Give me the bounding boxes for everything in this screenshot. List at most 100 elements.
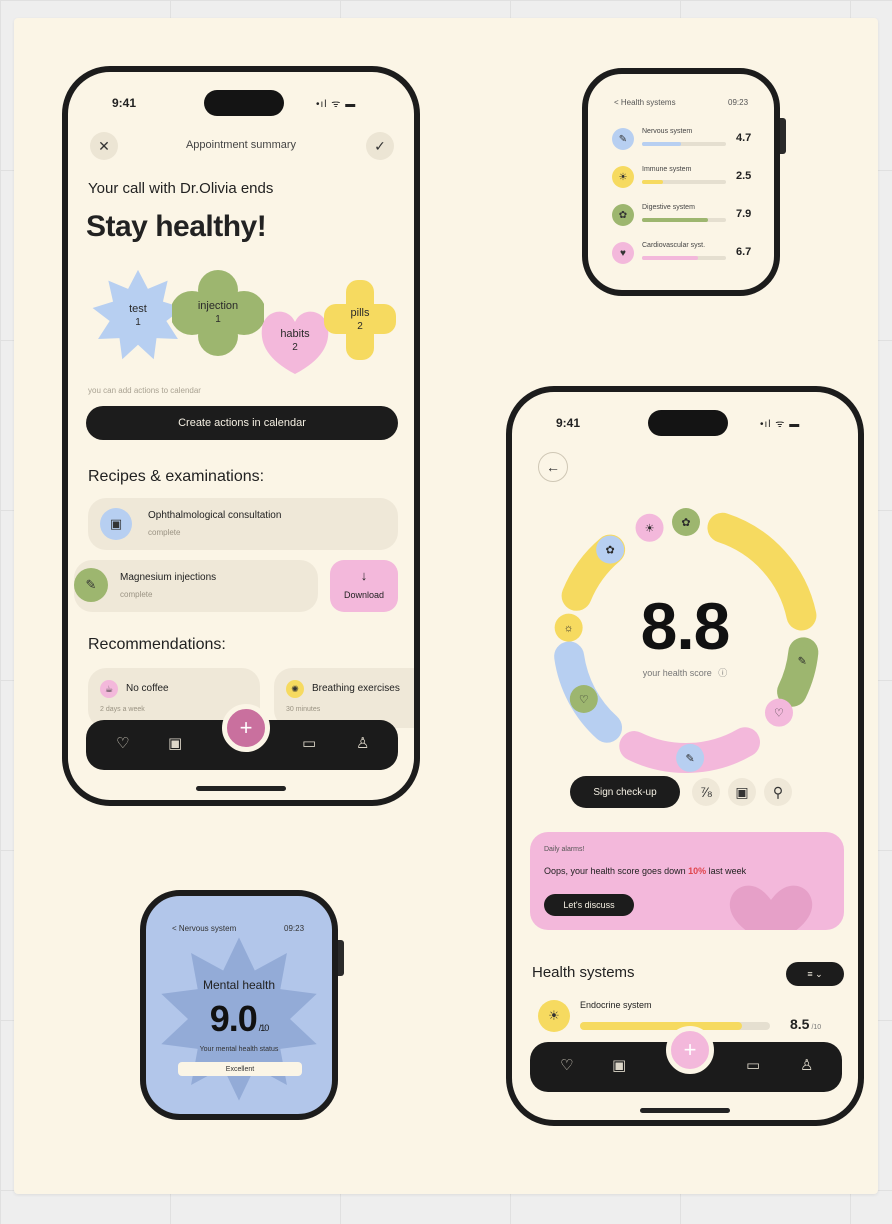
health-score-value: 8.8 xyxy=(640,589,731,663)
calendar-icon[interactable]: ▣ xyxy=(728,778,756,806)
profile-tab-icon[interactable]: ♙ xyxy=(356,734,369,752)
ring-icon-glyph: ✿ xyxy=(606,545,615,557)
systems-filter-toggle[interactable]: ≡ ⌄ xyxy=(786,962,844,986)
shape-injection[interactable]: injection 1 xyxy=(172,270,264,356)
system-value: 4.7 xyxy=(736,132,752,144)
watch-system-row[interactable]: ☀ Immune system 2.5 xyxy=(612,162,762,192)
system-bar-fill xyxy=(580,1022,742,1030)
add-button[interactable]: + xyxy=(222,704,270,752)
watch-mental-health: < Nervous system 09:23 Mental health 9.0… xyxy=(140,890,338,1120)
shape-habits-label: habits xyxy=(280,328,310,341)
shape-habits[interactable]: habits 2 xyxy=(258,304,332,378)
sign-checkup-button[interactable]: Sign check-up xyxy=(570,776,680,808)
list-item-sub: complete xyxy=(148,528,181,537)
calendar-tab-icon[interactable]: ▣ xyxy=(168,734,182,752)
system-bar xyxy=(642,180,726,184)
download-label: Download xyxy=(343,590,385,600)
score-label-text: your health score xyxy=(642,668,712,678)
phone-health-score: 9:41 •ıl ᯤ ▬ ← ✿ ✎ ♡ ✎ ♡ ☼ ✿ ☀ 8.8 your health … xyxy=(506,386,864,1126)
value-number: 9.0 xyxy=(209,998,258,1039)
header-title: Appointment summary xyxy=(185,139,297,151)
alert-text-pre: Oops, your health score goes down xyxy=(544,866,689,876)
system-bar xyxy=(642,218,726,222)
system-bar-fill xyxy=(642,218,709,222)
watch-system-row[interactable]: ♥ Cardiovascular syst. 6.7 xyxy=(612,238,762,268)
rec-title: Breathing exercises xyxy=(312,683,400,694)
ring-icon-glyph: ✎ xyxy=(686,753,695,765)
create-actions-button[interactable]: Create actions in calendar xyxy=(86,406,398,440)
confirm-button[interactable]: ✓ xyxy=(366,132,394,160)
ring-icon-glyph: ☀ xyxy=(645,523,655,535)
status-badge: Excellent xyxy=(178,1062,302,1076)
call-subtitle: Your call with Dr.Olivia ends xyxy=(88,180,274,197)
ring-icon-glyph: ♡ xyxy=(774,708,784,720)
system-name: Digestive system xyxy=(642,204,695,211)
list-item[interactable]: ▣ Ophthalmological consultation complete xyxy=(88,498,398,550)
shape-habits-count: 2 xyxy=(292,341,298,353)
system-value: 2.5 xyxy=(736,170,752,182)
recommendation-card[interactable]: ✺ Breathing exercises 30 minutes xyxy=(274,668,414,728)
system-name: Immune system xyxy=(642,166,692,173)
system-value: 6.7 xyxy=(736,246,752,258)
watch-system-row[interactable]: ✿ Digestive system 7.9 xyxy=(612,200,762,230)
add-button[interactable]: + xyxy=(666,1026,714,1074)
shape-test-label: test xyxy=(129,303,147,316)
system-icon: ✎ xyxy=(612,128,634,150)
profile-tab-icon[interactable]: ♙ xyxy=(800,1056,813,1074)
calendar-hint: you can add actions to calendar xyxy=(88,386,201,395)
home-indicator xyxy=(640,1108,730,1113)
share-icon[interactable]: ⚲ xyxy=(764,778,792,806)
info-icon[interactable]: ⓘ xyxy=(718,668,727,678)
watch-back-link[interactable]: < Nervous system xyxy=(172,924,236,933)
system-bar xyxy=(642,142,726,146)
system-name: Cardiovascular syst. xyxy=(642,242,706,249)
system-name: Endocrine system xyxy=(580,1000,652,1010)
mental-health-title: Mental health xyxy=(202,978,276,992)
system-value-number: 8.5 xyxy=(790,1016,810,1032)
heart-tab-icon[interactable]: ♡ xyxy=(560,1056,573,1074)
alert-kicker: Daily alarms! xyxy=(544,846,585,853)
back-button[interactable]: ← xyxy=(538,452,568,482)
discuss-button[interactable]: Let's discuss xyxy=(544,894,634,916)
download-icon: ↓ xyxy=(360,568,368,583)
heart-tab-icon[interactable]: ♡ xyxy=(116,734,129,752)
system-value: 8.5/10 xyxy=(790,1016,821,1032)
headline: Stay healthy! xyxy=(86,210,267,243)
shape-pills[interactable]: pills 2 xyxy=(322,278,398,362)
consultation-icon: ▣ xyxy=(100,508,132,540)
list-item[interactable]: ✎ Magnesium injections complete xyxy=(74,560,318,612)
system-bar-fill xyxy=(642,180,663,184)
health-systems-title: Health systems xyxy=(532,964,635,981)
chat-tab-icon[interactable]: ▭ xyxy=(302,734,316,752)
watch-system-row[interactable]: ✎ Nervous system 4.7 xyxy=(612,124,762,154)
system-icon: ✿ xyxy=(612,204,634,226)
calendar-tab-icon[interactable]: ▣ xyxy=(612,1056,626,1074)
watch-back-link[interactable]: < Health systems xyxy=(614,98,676,107)
mental-health-value: 9.0/10 xyxy=(146,998,332,1040)
section-recipes-title: Recipes & examinations: xyxy=(88,468,265,485)
rec-sub: 2 days a week xyxy=(100,706,145,713)
system-value-unit: /10 xyxy=(811,1024,822,1031)
shape-injection-count: 1 xyxy=(215,313,221,325)
watch-time: 09:23 xyxy=(728,98,749,107)
watch-health-systems: < Health systems 09:23 ✎ Nervous system 4.… xyxy=(582,68,780,296)
coffee-icon: ☕ xyxy=(100,680,118,698)
ring-icon-glyph: ♡ xyxy=(579,694,589,706)
shape-test-count: 1 xyxy=(135,316,141,328)
watch-time: 09:23 xyxy=(284,924,305,933)
home-indicator xyxy=(196,786,286,791)
pills-icon[interactable]: ⅞ xyxy=(692,778,720,806)
status-icons: •ıl ᯤ ▬ xyxy=(760,419,801,430)
injection-icon: ✎ xyxy=(74,568,108,602)
status-time: 9:41 xyxy=(556,416,581,430)
mental-health-caption: Your mental health status xyxy=(199,1046,279,1053)
chat-tab-icon[interactable]: ▭ xyxy=(746,1056,760,1074)
rec-sub: 30 minutes xyxy=(286,706,321,713)
download-button[interactable]: ↓ Download xyxy=(330,560,398,612)
alert-text-highlight: 10% xyxy=(688,866,707,876)
section-recommendations-title: Recommendations: xyxy=(88,636,226,653)
check-icon: ✓ xyxy=(374,137,386,154)
system-name: Nervous system xyxy=(642,128,693,135)
system-icon: ☀ xyxy=(612,166,634,188)
system-value: 7.9 xyxy=(736,208,752,220)
